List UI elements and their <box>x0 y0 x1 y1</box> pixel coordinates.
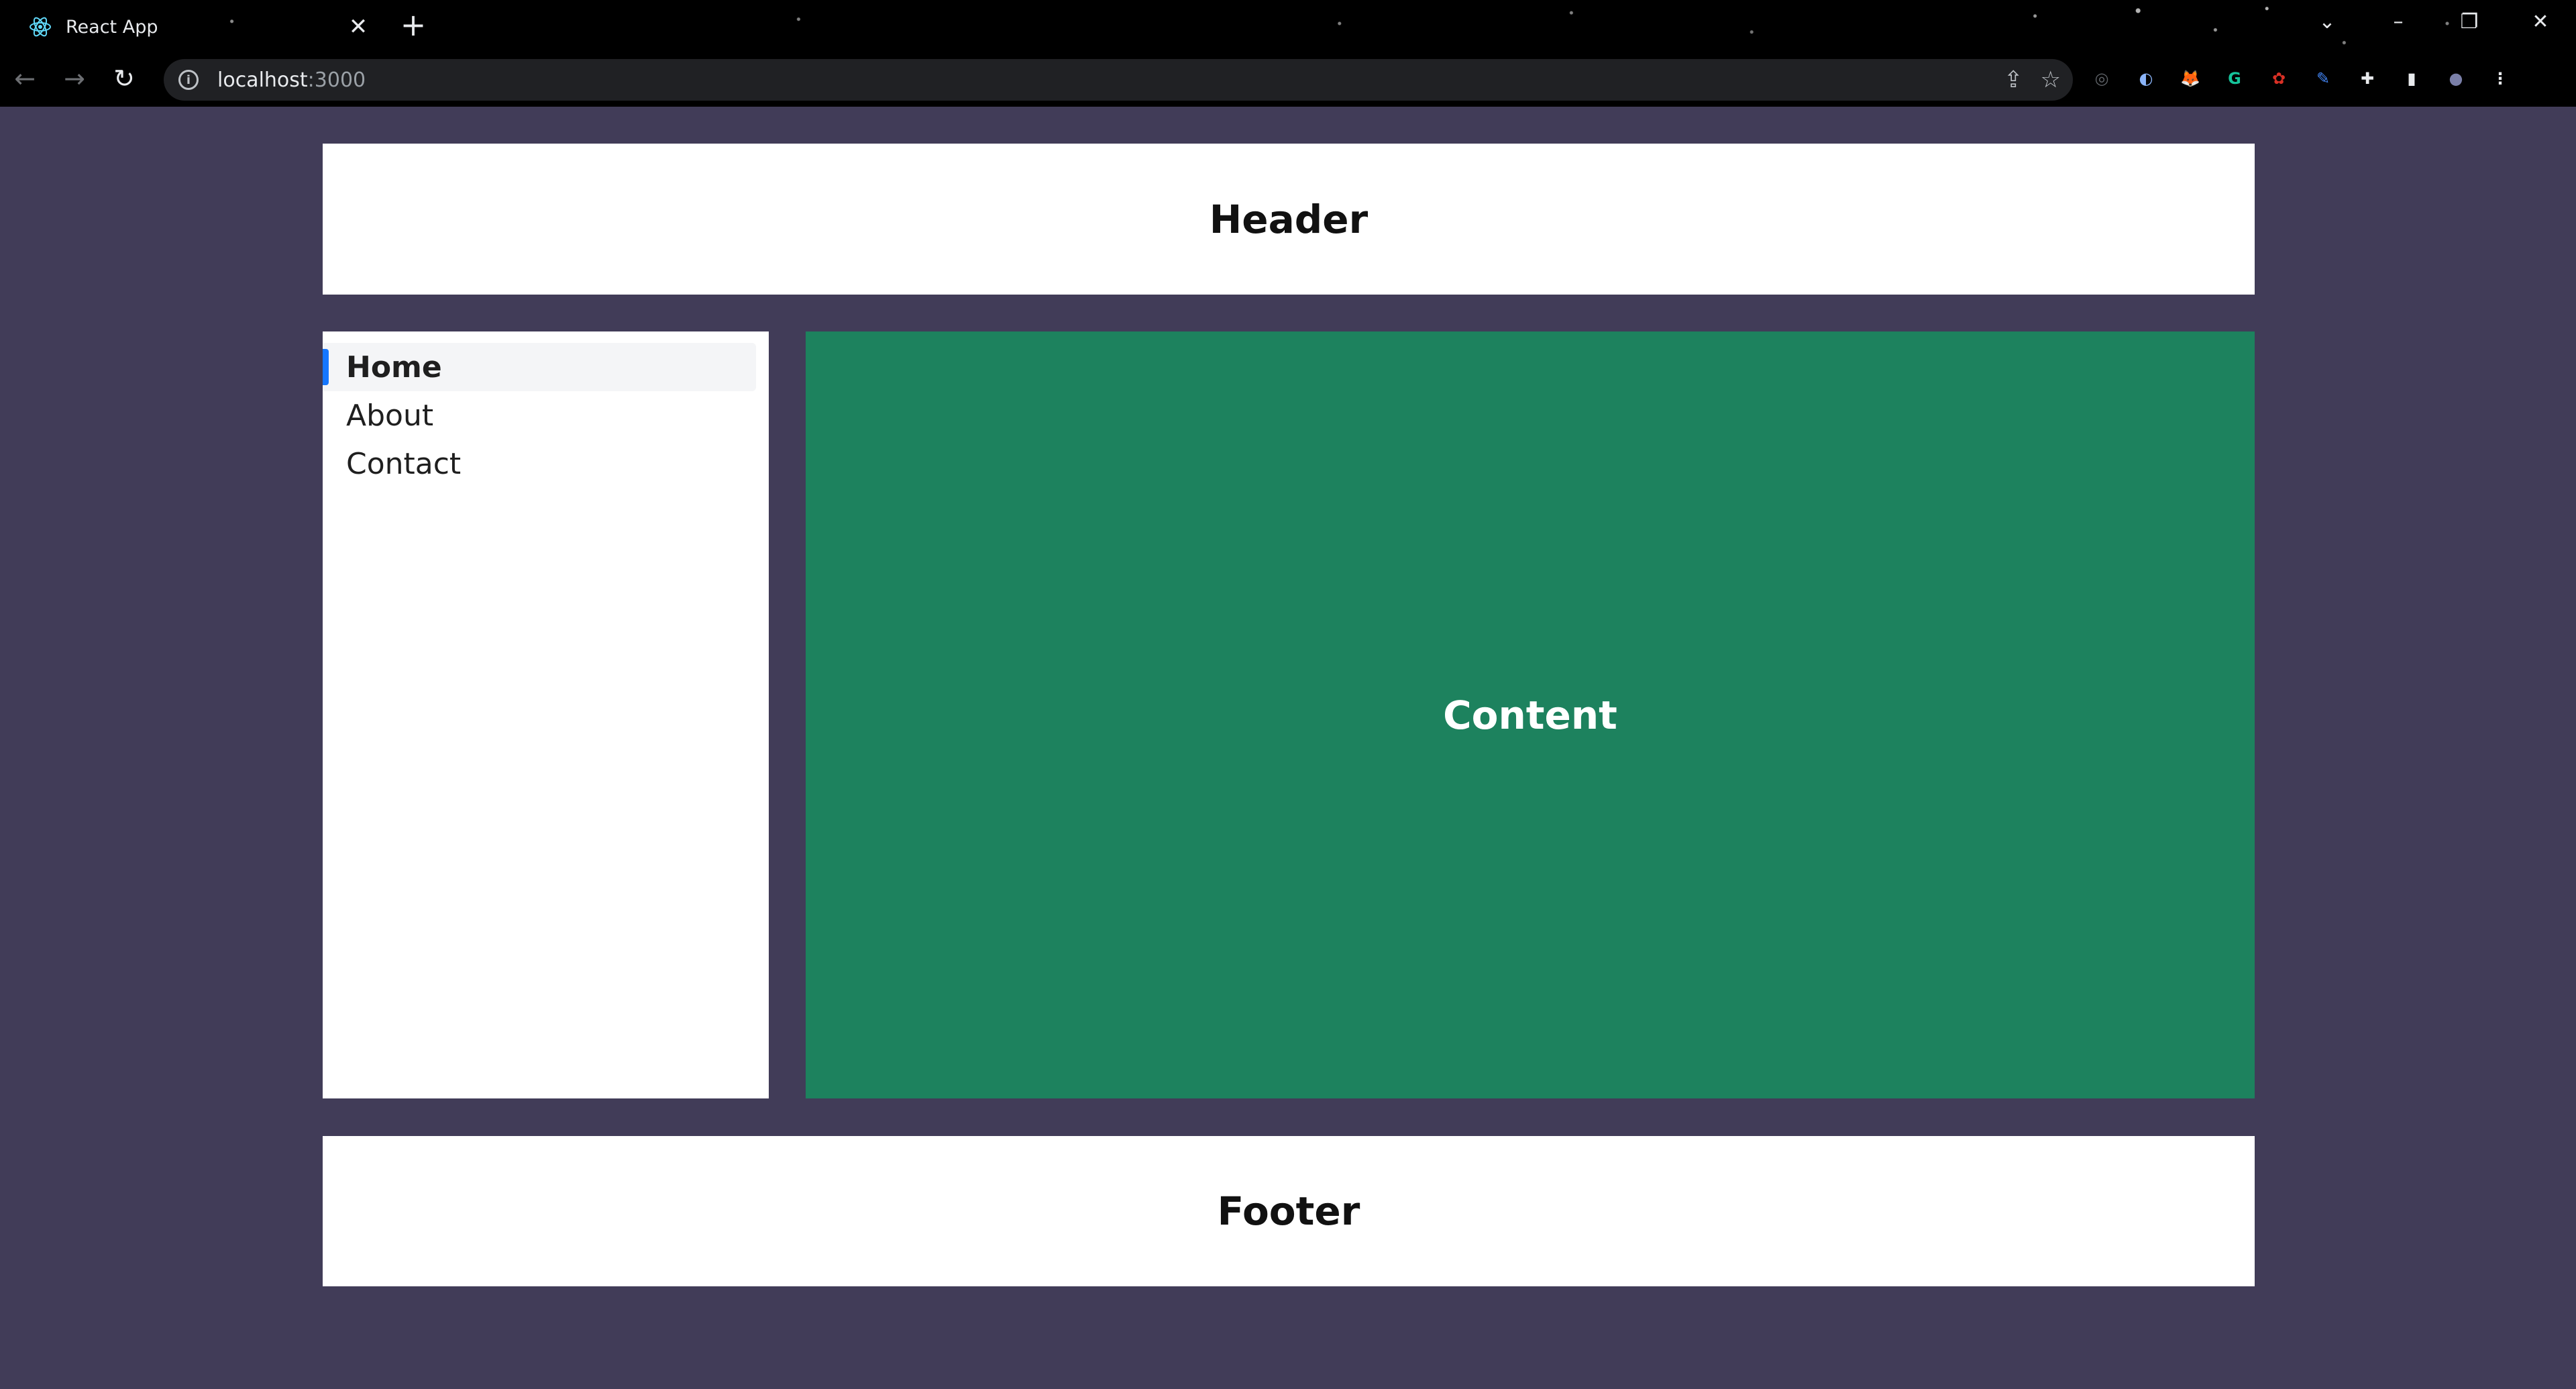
back-button[interactable]: ← <box>0 56 50 101</box>
menu-item-about[interactable]: About <box>323 391 756 440</box>
restore-icon[interactable]: ❐ <box>2434 10 2505 34</box>
page: Header Home About Contact Content Footer <box>0 107 2576 1389</box>
address-bar[interactable]: i localhost:3000 ⇪ ☆ <box>164 59 2073 101</box>
layout-header: Header <box>323 144 2255 295</box>
browser-toolbar: ← → ↻ i localhost:3000 ⇪ ☆ ◎ ◐ 🦊 G ✿ ✎ ✚ ▮ ● ⋮ <box>0 56 2576 101</box>
puzzle-extensions-icon[interactable]: ✚ <box>2353 64 2381 93</box>
extensions-bar: ◎ ◐ 🦊 G ✿ ✎ ✚ ▮ ● ⋮ <box>2088 56 2514 101</box>
red-extension-icon[interactable]: ✿ <box>2265 64 2293 93</box>
menu-item-home[interactable]: Home <box>323 343 756 391</box>
side-panel-icon[interactable]: ▮ <box>2398 64 2426 93</box>
forward-button[interactable]: → <box>50 56 99 101</box>
header-title: Header <box>1209 196 1368 242</box>
tab-close-icon[interactable]: ✕ <box>342 13 374 40</box>
footer-title: Footer <box>1217 1188 1360 1234</box>
site-info-icon[interactable]: i <box>178 70 199 90</box>
pen-extension-icon[interactable]: ✎ <box>2309 64 2337 93</box>
new-tab-button[interactable]: + <box>393 7 433 43</box>
target-extension-icon[interactable]: ◎ <box>2088 64 2116 93</box>
menu-item-contact[interactable]: Contact <box>323 440 756 488</box>
share-icon[interactable]: ⇪ <box>2004 66 2023 93</box>
sidebar-menu: Home About Contact <box>323 331 769 1098</box>
browser-chrome: React App ✕ + ⌄ – ❐ ✕ ← → ↻ i localhost:… <box>0 0 2576 107</box>
omnibox-actions: ⇪ ☆ <box>2004 59 2061 101</box>
browser-tab[interactable]: React App ✕ <box>19 5 374 48</box>
reload-button[interactable]: ↻ <box>99 56 149 101</box>
content-title: Content <box>1443 692 1617 738</box>
layout-content: Content <box>806 331 2255 1098</box>
react-logo-icon <box>30 17 51 37</box>
profile-avatar-icon[interactable]: ● <box>2442 64 2470 93</box>
shield-extension-icon[interactable]: ◐ <box>2132 64 2160 93</box>
tab-title: React App <box>66 16 158 38</box>
url-host: localhost <box>217 68 308 92</box>
window-controls: ⌄ – ❐ ✕ <box>2292 0 2576 43</box>
tab-search-icon[interactable]: ⌄ <box>2292 10 2363 34</box>
url-port: :3000 <box>307 68 366 92</box>
minimize-icon[interactable]: – <box>2363 10 2434 34</box>
metamask-extension-icon[interactable]: 🦊 <box>2176 64 2204 93</box>
bookmark-star-icon[interactable]: ☆ <box>2041 66 2061 93</box>
close-window-icon[interactable]: ✕ <box>2505 10 2576 34</box>
layout-footer: Footer <box>323 1136 2255 1286</box>
grammarly-extension-icon[interactable]: G <box>2220 64 2249 93</box>
more-menu-icon[interactable]: ⋮ <box>2486 64 2514 93</box>
